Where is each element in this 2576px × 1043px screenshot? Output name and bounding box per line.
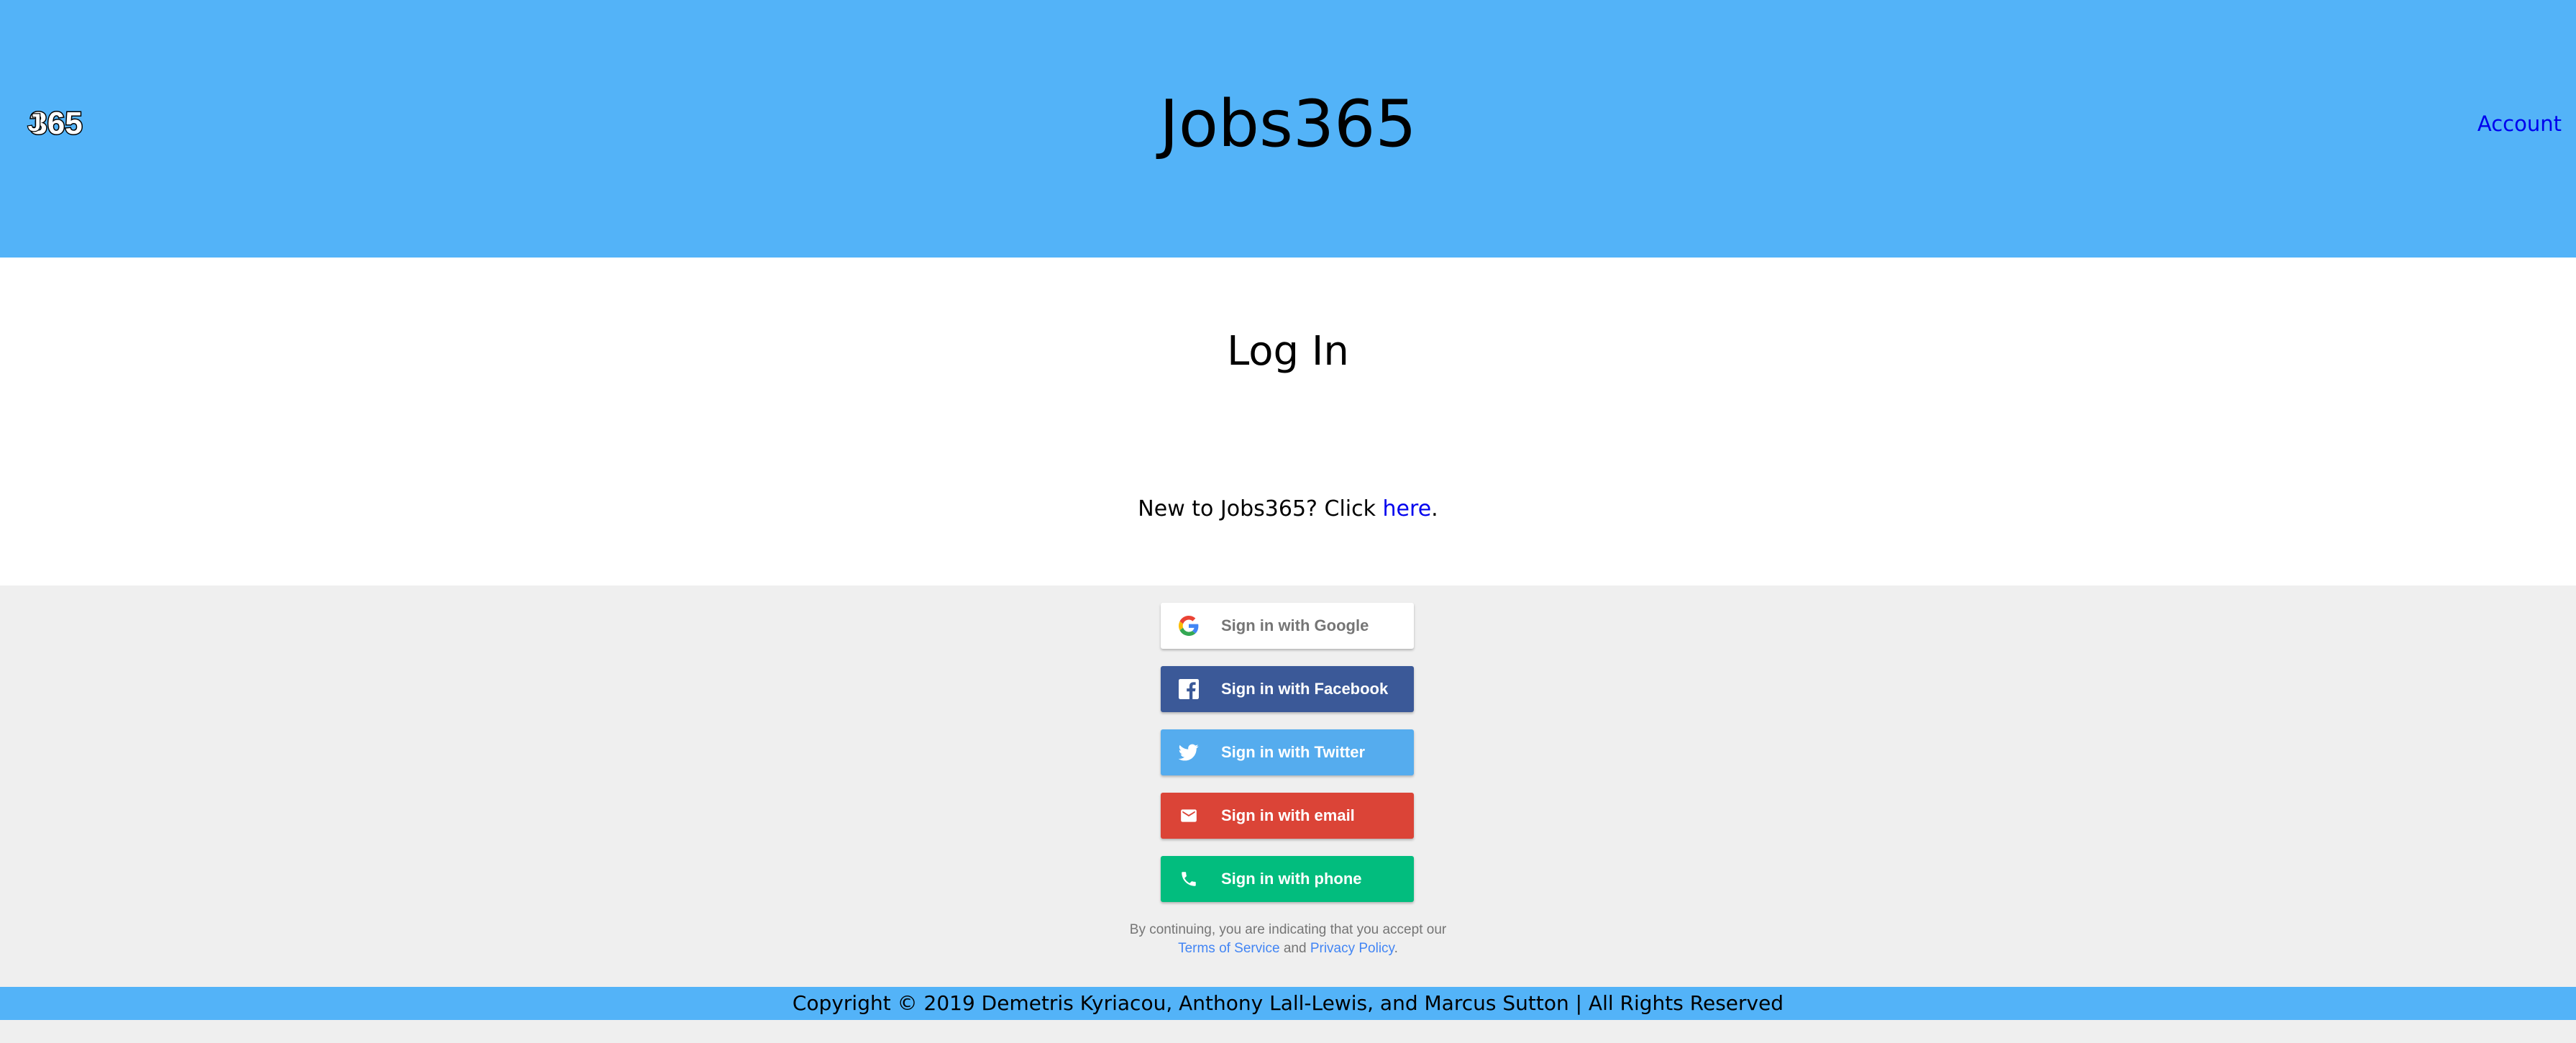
site-footer: Copyright © 2019 Demetris Kyriacou, Anth… xyxy=(0,987,2576,1020)
facebook-signin-label: Sign in with Facebook xyxy=(1221,680,1389,698)
email-signin-label: Sign in with email xyxy=(1221,806,1355,824)
terms-of-service-link[interactable]: Terms of Service xyxy=(1178,941,1279,956)
mail-icon xyxy=(1178,805,1200,826)
account-link[interactable]: Account xyxy=(2477,111,2562,136)
auth-provider-panel: Sign in with Google Sign in with Faceboo… xyxy=(0,586,2576,987)
phone-icon xyxy=(1178,868,1200,890)
signup-link[interactable]: here xyxy=(1383,496,1432,522)
site-title: Jobs365 xyxy=(1159,86,1417,162)
terms-notice: By continuing, you are indicating that y… xyxy=(0,921,2576,958)
terms-notice-text: By continuing, you are indicating that y… xyxy=(1129,922,1447,937)
terms-notice-links: Terms of Service and Privacy Policy. xyxy=(0,939,2576,958)
phone-signin-button[interactable]: Sign in with phone xyxy=(1161,856,1414,902)
terms-suffix: . xyxy=(1394,941,1398,956)
google-signin-button[interactable]: Sign in with Google xyxy=(1161,603,1414,649)
facebook-icon xyxy=(1178,678,1200,700)
copyright-text: Copyright © 2019 Demetris Kyriacou, Anth… xyxy=(792,991,1784,1015)
twitter-icon xyxy=(1178,742,1200,763)
login-section: Log In New to Jobs365? Click here. xyxy=(0,258,2576,586)
signup-prompt-text: New to Jobs365? Click xyxy=(1138,496,1383,522)
google-signin-label: Sign in with Google xyxy=(1221,616,1369,634)
signup-prompt: New to Jobs365? Click here. xyxy=(0,495,2576,524)
privacy-policy-link[interactable]: Privacy Policy xyxy=(1310,941,1394,956)
twitter-signin-button[interactable]: Sign in with Twitter xyxy=(1161,729,1414,775)
facebook-signin-button[interactable]: Sign in with Facebook xyxy=(1161,666,1414,712)
page-title: Log In xyxy=(1227,328,1349,375)
terms-and-text: and xyxy=(1279,941,1310,956)
site-header: 365 J Jobs365 Account xyxy=(0,0,2576,258)
phone-signin-label: Sign in with phone xyxy=(1221,870,1362,888)
google-icon xyxy=(1178,615,1200,637)
email-signin-button[interactable]: Sign in with email xyxy=(1161,793,1414,839)
signup-prompt-suffix: . xyxy=(1431,496,1438,522)
twitter-signin-label: Sign in with Twitter xyxy=(1221,743,1366,761)
